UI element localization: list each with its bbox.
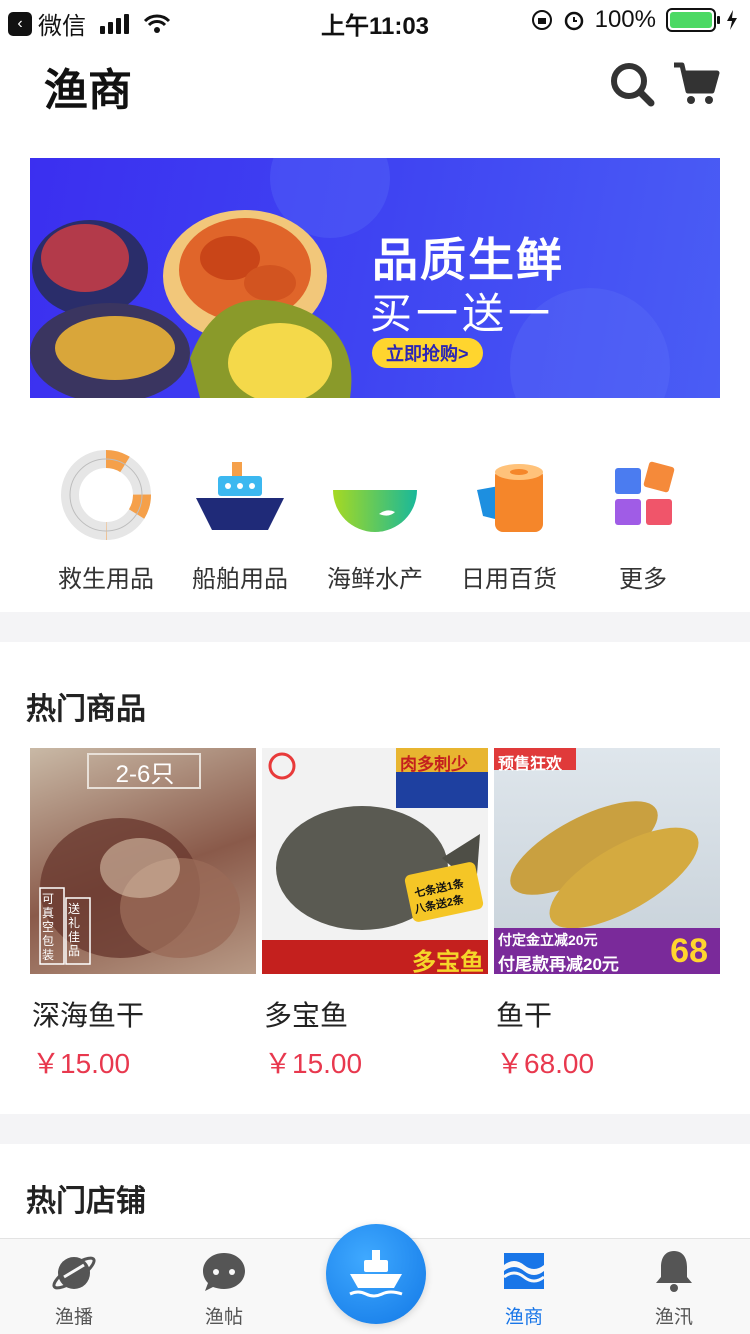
tab-label: 渔汛	[654, 1307, 693, 1328]
rotation-lock-icon	[531, 10, 552, 30]
battery-icon	[666, 8, 720, 32]
product-image: 预售狂欢 付定金立减20元 付尾款再减20元 68	[494, 748, 720, 974]
ship-icon	[349, 1250, 403, 1298]
shop-icon	[503, 1253, 545, 1289]
product-tag: 68	[670, 932, 708, 970]
product-name: 多宝鱼	[264, 1000, 349, 1031]
tab-yushang[interactable]: 渔商	[474, 1247, 574, 1329]
more-grid-icon	[615, 461, 675, 525]
product-image: 肉多刺少 七条送1条 八条送2条 多宝鱼	[262, 748, 488, 974]
product-image: 2-6只 可真空包装 送礼佳品	[30, 748, 256, 974]
page-title: 渔商	[44, 66, 132, 115]
center-ship-button[interactable]	[326, 1224, 426, 1324]
ship-icon	[196, 462, 284, 530]
category-label: 日用百货	[461, 566, 557, 593]
category-life-saving[interactable]: 救生用品	[39, 450, 173, 594]
category-seafood[interactable]: 海鲜水产	[308, 450, 442, 594]
category-label: 船舶用品	[192, 566, 288, 593]
hot-shops-title: 热门店铺	[26, 1185, 146, 1218]
product-price: ￥68.00	[496, 1048, 595, 1079]
promo-banner[interactable]: 品质生鲜 买一送一 立即抢购>	[30, 158, 720, 398]
product-price: ￥15.00	[264, 1048, 363, 1079]
product-tag: 肉多刺少	[400, 755, 468, 774]
product-tag: 预售狂欢	[498, 756, 563, 773]
product-card[interactable]: 肉多刺少 七条送1条 八条送2条 多宝鱼 多宝鱼 ￥15.00	[262, 748, 488, 1082]
search-icon	[611, 63, 655, 107]
section-divider	[0, 1114, 750, 1144]
category-label: 海鲜水产	[327, 566, 423, 593]
product-price: ￥15.00	[32, 1048, 131, 1079]
product-name: 鱼干	[496, 1000, 553, 1031]
bell-icon	[656, 1251, 692, 1292]
product-tag: 2-6只	[115, 761, 175, 788]
product-tag: 多宝鱼	[412, 949, 484, 974]
tab-yubo[interactable]: 渔播	[24, 1247, 124, 1329]
category-grid: 救生用品 船舶用品 海鲜水产 日用百货 更多	[0, 440, 750, 600]
life-buoy-icon	[61, 450, 151, 540]
tab-label: 渔商	[504, 1307, 543, 1328]
section-divider	[0, 612, 750, 642]
category-more[interactable]: 更多	[576, 450, 710, 594]
category-ship-supplies[interactable]: 船舶用品	[173, 450, 307, 594]
banner-cta-button[interactable]: 立即抢购>	[372, 338, 483, 368]
category-daily-goods[interactable]: 日用百货	[442, 450, 576, 594]
hot-products-list: 2-6只 可真空包装 送礼佳品 深海鱼干 ￥15.00 肉多刺少 七条送1条 八…	[30, 748, 720, 1088]
tab-label: 渔帖	[204, 1307, 243, 1328]
product-tag: 可真空包装	[42, 892, 55, 962]
banner-subtitle: 买一送一	[370, 290, 555, 337]
tab-yutie[interactable]: 渔帖	[174, 1247, 274, 1329]
product-tag: 付尾款再减20元	[498, 955, 619, 974]
alarm-icon	[564, 11, 583, 31]
planet-icon	[52, 1256, 96, 1290]
product-card[interactable]: 预售狂欢 付定金立减20元 付尾款再减20元 68 鱼干 ￥68.00	[494, 748, 720, 1082]
hot-products-title: 热门商品	[26, 693, 146, 726]
battery-percent: 100%	[594, 6, 656, 33]
chat-bubble-icon	[203, 1253, 245, 1291]
status-bar: ‹ 微信 上午11:03 100%	[0, 0, 750, 40]
tab-yuxun[interactable]: 渔汛	[624, 1247, 724, 1329]
cart-button[interactable]	[672, 60, 720, 108]
product-name: 深海鱼干	[32, 1000, 145, 1031]
tab-label: 渔播	[54, 1307, 93, 1328]
daily-goods-icon	[477, 464, 543, 532]
product-card[interactable]: 2-6只 可真空包装 送礼佳品 深海鱼干 ￥15.00	[30, 748, 256, 1082]
product-tag: 付定金立减20元	[498, 932, 598, 948]
header: 渔商	[0, 40, 750, 130]
search-button[interactable]	[608, 60, 656, 108]
charging-icon	[727, 10, 737, 30]
cart-icon	[674, 62, 720, 104]
seafood-bowl-icon	[333, 490, 417, 532]
category-label: 救生用品	[58, 566, 154, 593]
product-tag: 送礼佳品	[68, 902, 81, 958]
category-label: 更多	[619, 566, 667, 593]
